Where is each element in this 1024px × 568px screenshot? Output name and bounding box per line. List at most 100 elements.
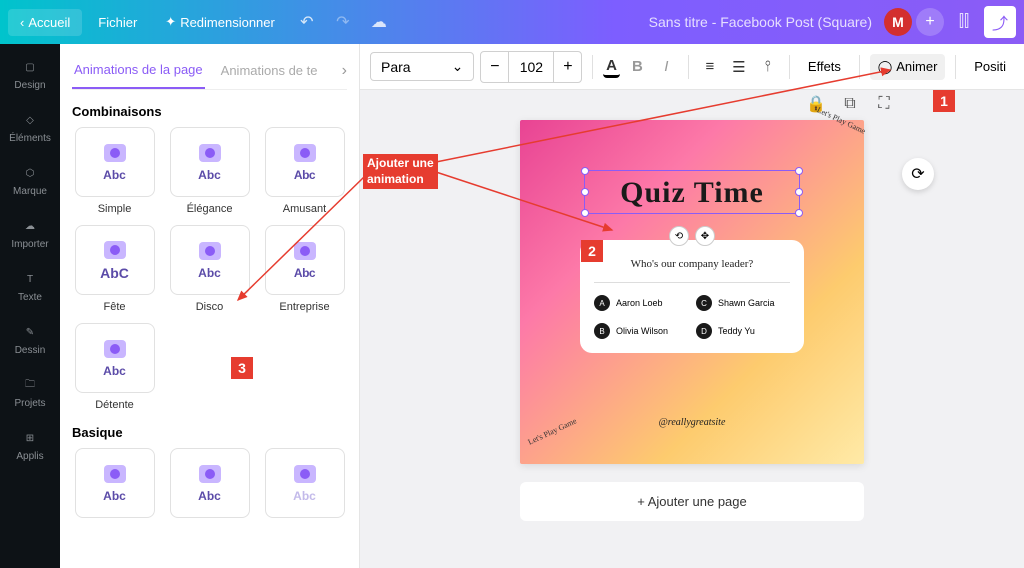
- basic-grid: Abc Abc Abc: [72, 448, 347, 518]
- resize-handle[interactable]: [581, 209, 589, 217]
- anim-basic-2[interactable]: Abc: [167, 448, 252, 518]
- nav-apps[interactable]: ⊞ Applis: [0, 423, 60, 466]
- publish-icon[interactable]: ⤴: [984, 6, 1016, 38]
- list-icon[interactable]: ☰: [727, 52, 750, 82]
- resize-handle[interactable]: [795, 188, 803, 196]
- artboard[interactable]: Let's Play Game Quiz Time ⟲ ✥ Who's our …: [520, 120, 864, 464]
- refresh-fab[interactable]: ⟳: [902, 158, 934, 190]
- text-toolbar: Para⌄ − + A B I ≡ ☰ ⫯ Effets ◯Animer Pos…: [360, 44, 1024, 90]
- share-add-icon[interactable]: +: [916, 8, 944, 36]
- curved-text-bottom: Let's Play Game: [527, 416, 578, 446]
- duplicate-icon[interactable]: ⧉: [838, 92, 862, 116]
- nav-label: Texte: [18, 292, 42, 303]
- font-select[interactable]: Para⌄: [370, 52, 474, 81]
- resize-handle[interactable]: [795, 167, 803, 175]
- combo-grid: AbcSimple AbcÉlégance AbcAmusant AbCFête…: [72, 127, 347, 411]
- tab-text-animations[interactable]: Animations de te: [219, 53, 320, 88]
- nav-label: Marque: [13, 186, 47, 197]
- bold-icon[interactable]: B: [626, 52, 649, 82]
- nav-label: Applis: [16, 451, 43, 462]
- nav-brand[interactable]: ⬡ Marque: [0, 158, 60, 201]
- animate-button[interactable]: ◯Animer: [870, 54, 946, 80]
- anim-basic-1[interactable]: Abc: [72, 448, 157, 518]
- decrease-size-button[interactable]: −: [481, 52, 509, 82]
- resize-handle[interactable]: [581, 188, 589, 196]
- selection-box: [584, 170, 800, 214]
- annotation-3: 3: [231, 357, 253, 379]
- animate-icon: ◯: [878, 59, 893, 75]
- nav-label: Design: [14, 80, 45, 91]
- anim-entreprise[interactable]: AbcEntreprise: [262, 225, 347, 313]
- design-icon: ▢: [19, 56, 41, 78]
- nav-design[interactable]: ▢ Design: [0, 52, 60, 95]
- add-page-button[interactable]: + Ajouter une page: [520, 482, 864, 521]
- home-button[interactable]: ‹ Accueil: [8, 9, 82, 36]
- font-size-input[interactable]: [509, 59, 553, 75]
- quiz-card[interactable]: ⟲ ✥ Who's our company leader? AAaron Loe…: [580, 240, 804, 353]
- anim-fete[interactable]: AbCFête: [72, 225, 157, 313]
- nav-label: Projets: [14, 398, 45, 409]
- align-icon[interactable]: ≡: [698, 52, 721, 82]
- chevron-down-icon: ⌄: [452, 58, 464, 75]
- nav-elements[interactable]: ◇ Éléments: [0, 105, 60, 148]
- cloud-icon[interactable]: ☁: [363, 6, 395, 38]
- resize-button[interactable]: ✦ Redimensionner: [153, 8, 287, 36]
- answer-a: AAaron Loeb: [594, 295, 688, 311]
- resize-handle[interactable]: [581, 167, 589, 175]
- left-nav: ▢ Design ◇ Éléments ⬡ Marque ☁ Importer T Tex…: [0, 44, 60, 568]
- anim-simple[interactable]: AbcSimple: [72, 127, 157, 215]
- panel-tabs: Animations de la page Animations de te ›: [72, 52, 347, 90]
- nav-projects[interactable]: 🗀 Projets: [0, 370, 60, 413]
- avatar[interactable]: M: [884, 8, 912, 36]
- tab-page-animations[interactable]: Animations de la page: [72, 52, 205, 89]
- nav-label: Importer: [11, 239, 48, 250]
- position-button[interactable]: Positi: [966, 54, 1014, 79]
- upload-icon: ☁: [19, 215, 41, 237]
- effects-button[interactable]: Effets: [800, 54, 849, 79]
- nav-draw[interactable]: ✎Dessin: [0, 317, 60, 360]
- annotation-2: 2: [581, 240, 603, 262]
- anim-basic-3[interactable]: Abc: [262, 448, 347, 518]
- answer-c: CShawn Garcia: [696, 295, 790, 311]
- animation-panel: Animations de la page Animations de te ›…: [60, 44, 360, 568]
- apps-icon: ⊞: [19, 427, 41, 449]
- annotation-label: Ajouter uneanimation: [363, 154, 438, 189]
- increase-size-button[interactable]: +: [553, 52, 581, 82]
- anim-disco[interactable]: AbcDisco: [167, 225, 252, 313]
- resize-label: Redimensionner: [180, 15, 275, 30]
- folder-icon: 🗀: [19, 374, 41, 396]
- topbar: ‹ Accueil Fichier ✦ Redimensionner ↶ ↷ ☁…: [0, 0, 1024, 44]
- nav-upload[interactable]: ☁ Importer: [0, 211, 60, 254]
- undo-icon[interactable]: ↶: [291, 6, 323, 38]
- answer-grid: AAaron Loeb CShawn Garcia BOlivia Wilson…: [594, 295, 790, 339]
- elements-icon: ◇: [19, 109, 41, 131]
- italic-icon[interactable]: I: [655, 52, 678, 82]
- text-color-icon[interactable]: A: [603, 56, 620, 78]
- expand-icon[interactable]: ⛶: [872, 92, 896, 116]
- chevron-right-icon[interactable]: ›: [342, 62, 347, 80]
- redo-icon[interactable]: ↷: [327, 6, 359, 38]
- canvas-area: 🔒 ⧉ ⛶ Let's Play Game Quiz Time ⟲ ✥ Who'…: [360, 90, 1024, 568]
- answer-d: DTeddy Yu: [696, 323, 790, 339]
- spacing-icon[interactable]: ⫯: [756, 52, 779, 82]
- quiz-question: Who's our company leader?: [594, 258, 790, 270]
- divider: [594, 282, 790, 283]
- anim-amusant[interactable]: AbcAmusant: [262, 127, 347, 215]
- nav-label: Éléments: [9, 133, 51, 144]
- anim-detente[interactable]: AbcDétente: [72, 323, 157, 411]
- analytics-icon[interactable]: ⫿⫿: [948, 6, 980, 38]
- brand-icon: ⬡: [19, 162, 41, 184]
- anim-elegance[interactable]: AbcÉlégance: [167, 127, 252, 215]
- nav-label: Dessin: [15, 345, 46, 356]
- text-icon: T: [19, 268, 41, 290]
- section-basic: Basique: [72, 425, 347, 440]
- nav-text[interactable]: T Texte: [0, 264, 60, 307]
- rotate-icon[interactable]: ⟲: [669, 226, 689, 246]
- font-size-group: − +: [480, 51, 582, 83]
- move-icon[interactable]: ✥: [695, 226, 715, 246]
- answer-b: BOlivia Wilson: [594, 323, 688, 339]
- section-combos: Combinaisons: [72, 104, 347, 119]
- doc-title[interactable]: Sans titre - Facebook Post (Square): [649, 14, 872, 30]
- resize-handle[interactable]: [795, 209, 803, 217]
- file-button[interactable]: Fichier: [86, 9, 149, 36]
